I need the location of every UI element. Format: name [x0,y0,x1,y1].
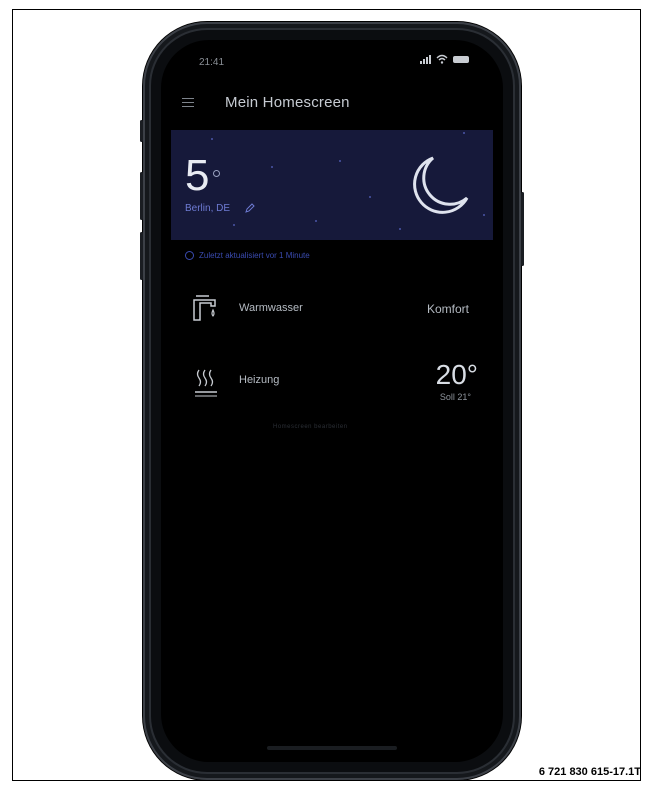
status-bar: 21:41 [161,40,503,84]
row-label: Heizung [239,374,280,386]
edit-homescreen-link[interactable]: Homescreen bearbeiten [273,424,348,430]
status-icons [420,54,469,64]
heating-icon [195,369,217,397]
page-title: Mein Homescreen [225,94,350,111]
status-time: 21:41 [199,57,225,68]
mute-switch [140,120,143,142]
row-label: Warmwasser [239,302,303,314]
signal-icon [420,54,431,64]
faucet-icon [193,295,216,321]
edit-location-icon[interactable] [245,203,255,213]
hamburger-menu-icon[interactable] [182,98,194,108]
app-header: Mein Homescreen [161,86,503,122]
weather-location: Berlin, DE [185,203,231,214]
last-update-row: Zuletzt aktualisiert vor 1 Minute [185,251,310,260]
list-item-warmwasser[interactable]: Warmwasser Komfort [161,290,503,330]
phone-screen: 21:41 Mein Homescreen 5 Berlin, DE Zulet… [161,40,503,762]
crescent-moon-icon [413,156,469,214]
current-temperature: 20° [435,359,478,390]
row-value: Komfort [426,302,469,316]
weather-card[interactable]: 5 Berlin, DE [171,130,493,240]
weather-temperature: 5 [185,151,210,200]
degree-symbol [213,170,220,177]
power-button [521,192,524,266]
figure-id: 6 721 830 615-17.1T [538,766,641,778]
volume-up-button [140,172,143,220]
home-indicator[interactable] [267,746,397,750]
clock-icon [185,251,194,260]
last-update-text: Zuletzt aktualisiert vor 1 Minute [199,251,310,260]
list-item-heizung[interactable]: Heizung 20° Soll 21° [161,359,503,402]
target-temperature: Soll 21° [439,392,471,402]
wifi-icon [436,54,448,64]
battery-icon [453,55,469,63]
volume-down-button [140,232,143,280]
